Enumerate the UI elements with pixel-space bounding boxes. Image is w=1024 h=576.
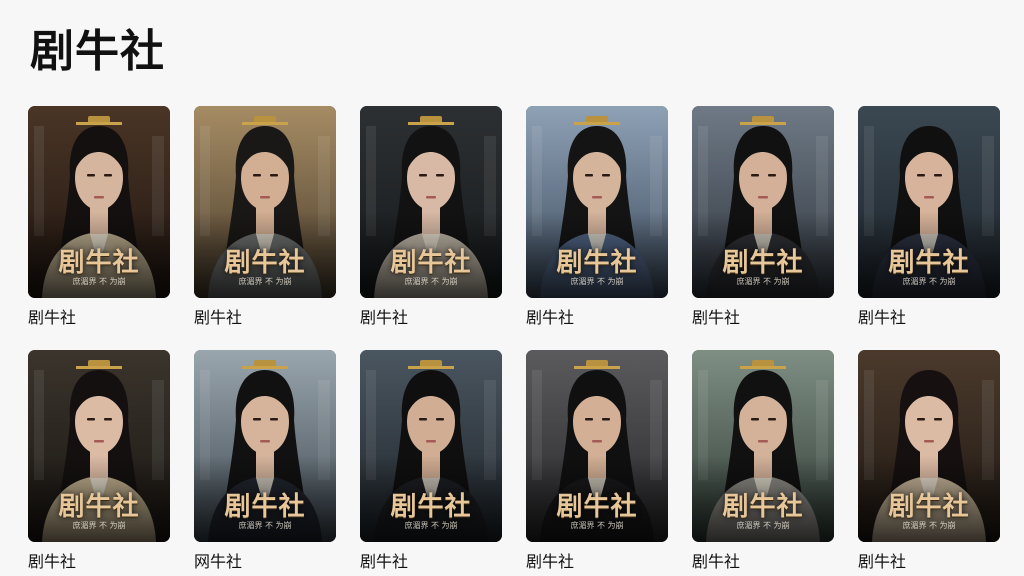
- poster-subtitle: 庶湄界 不 为崩: [72, 277, 126, 286]
- drama-card[interactable]: 剧牛社 庶湄界 不 为崩 剧牛社: [692, 350, 834, 576]
- drama-card[interactable]: 剧牛社 庶湄界 不 为崩 剧牛社: [858, 106, 1000, 350]
- poster-watermark-text: 剧牛社: [722, 492, 804, 522]
- drama-card[interactable]: 剧牛社 庶湄界 不 为崩 剧牛社: [692, 106, 834, 350]
- poster-watermark-text: 剧牛社: [224, 492, 306, 522]
- poster-watermark-text: 剧牛社: [224, 248, 306, 278]
- poster-watermark-text: 剧牛社: [58, 248, 140, 278]
- drama-card[interactable]: 剧牛社 庶湄界 不 为崩 剧牛社: [526, 106, 668, 350]
- card-title[interactable]: 剧牛社: [360, 308, 502, 328]
- poster-image[interactable]: 剧牛社 庶湄界 不 为崩: [194, 350, 336, 542]
- poster-grid: 剧牛社 庶湄界 不 为崩 剧牛社 剧牛社 庶湄界 不 为崩 剧牛社 剧牛社 庶湄…: [28, 106, 1000, 576]
- poster-subtitle: 庶湄界 不 为崩: [238, 277, 292, 286]
- drama-card[interactable]: 剧牛社 庶湄界 不 为崩 剧牛社: [526, 350, 668, 576]
- poster-image[interactable]: 剧牛社 庶湄界 不 为崩: [28, 106, 170, 298]
- drama-card[interactable]: 剧牛社 庶湄界 不 为崩 剧牛社: [28, 350, 170, 576]
- drama-card[interactable]: 剧牛社 庶湄界 不 为崩 剧牛社: [360, 106, 502, 350]
- poster-subtitle: 庶湄界 不 为崩: [902, 521, 956, 530]
- poster-image[interactable]: 剧牛社 庶湄界 不 为崩: [360, 350, 502, 542]
- poster-subtitle: 庶湄界 不 为崩: [404, 521, 458, 530]
- card-title[interactable]: 剧牛社: [858, 308, 1000, 328]
- poster-image[interactable]: 剧牛社 庶湄界 不 为崩: [858, 106, 1000, 298]
- poster-image[interactable]: 剧牛社 庶湄界 不 为崩: [858, 350, 1000, 542]
- poster-image[interactable]: 剧牛社 庶湄界 不 为崩: [194, 106, 336, 298]
- poster-watermark-text: 剧牛社: [556, 492, 638, 522]
- poster-watermark-text: 剧牛社: [390, 248, 472, 278]
- card-title[interactable]: 剧牛社: [692, 552, 834, 572]
- drama-card[interactable]: 剧牛社 庶湄界 不 为崩 剧牛社: [28, 106, 170, 350]
- card-title[interactable]: 剧牛社: [360, 552, 502, 572]
- poster-watermark-text: 剧牛社: [722, 248, 804, 278]
- card-title[interactable]: 剧牛社: [692, 308, 834, 328]
- poster-subtitle: 庶湄界 不 为崩: [570, 521, 624, 530]
- poster-image[interactable]: 剧牛社 庶湄界 不 为崩: [28, 350, 170, 542]
- card-title[interactable]: 剧牛社: [194, 308, 336, 328]
- drama-card[interactable]: 剧牛社 庶湄界 不 为崩 剧牛社: [194, 106, 336, 350]
- poster-subtitle: 庶湄界 不 为崩: [238, 521, 292, 530]
- poster-watermark-text: 剧牛社: [58, 492, 140, 522]
- card-title[interactable]: 剧牛社: [858, 552, 1000, 572]
- poster-watermark-text: 剧牛社: [888, 492, 970, 522]
- poster-image[interactable]: 剧牛社 庶湄界 不 为崩: [692, 350, 834, 542]
- poster-subtitle: 庶湄界 不 为崩: [404, 277, 458, 286]
- card-title[interactable]: 剧牛社: [28, 308, 170, 328]
- poster-watermark-text: 剧牛社: [556, 248, 638, 278]
- poster-image[interactable]: 剧牛社 庶湄界 不 为崩: [692, 106, 834, 298]
- poster-image[interactable]: 剧牛社 庶湄界 不 为崩: [526, 350, 668, 542]
- poster-subtitle: 庶湄界 不 为崩: [736, 277, 790, 286]
- drama-card[interactable]: 剧牛社 庶湄界 不 为崩 网牛社: [194, 350, 336, 576]
- poster-subtitle: 庶湄界 不 为崩: [72, 521, 126, 530]
- drama-card[interactable]: 剧牛社 庶湄界 不 为崩 剧牛社: [858, 350, 1000, 576]
- poster-image[interactable]: 剧牛社 庶湄界 不 为崩: [526, 106, 668, 298]
- poster-image[interactable]: 剧牛社 庶湄界 不 为崩: [360, 106, 502, 298]
- page: 剧牛社 剧牛社 庶湄界 不 为崩 剧牛社 剧牛社 庶湄界 不 为崩 剧牛社 剧牛…: [0, 0, 1024, 576]
- page-title: 剧牛社: [30, 26, 165, 77]
- poster-watermark-text: 剧牛社: [888, 248, 970, 278]
- card-title[interactable]: 网牛社: [194, 552, 336, 572]
- drama-card[interactable]: 剧牛社 庶湄界 不 为崩 剧牛社: [360, 350, 502, 576]
- poster-subtitle: 庶湄界 不 为崩: [902, 277, 956, 286]
- poster-subtitle: 庶湄界 不 为崩: [570, 277, 624, 286]
- poster-subtitle: 庶湄界 不 为崩: [736, 521, 790, 530]
- card-title[interactable]: 剧牛社: [28, 552, 170, 572]
- card-title[interactable]: 剧牛社: [526, 552, 668, 572]
- poster-watermark-text: 剧牛社: [390, 492, 472, 522]
- card-title[interactable]: 剧牛社: [526, 308, 668, 328]
